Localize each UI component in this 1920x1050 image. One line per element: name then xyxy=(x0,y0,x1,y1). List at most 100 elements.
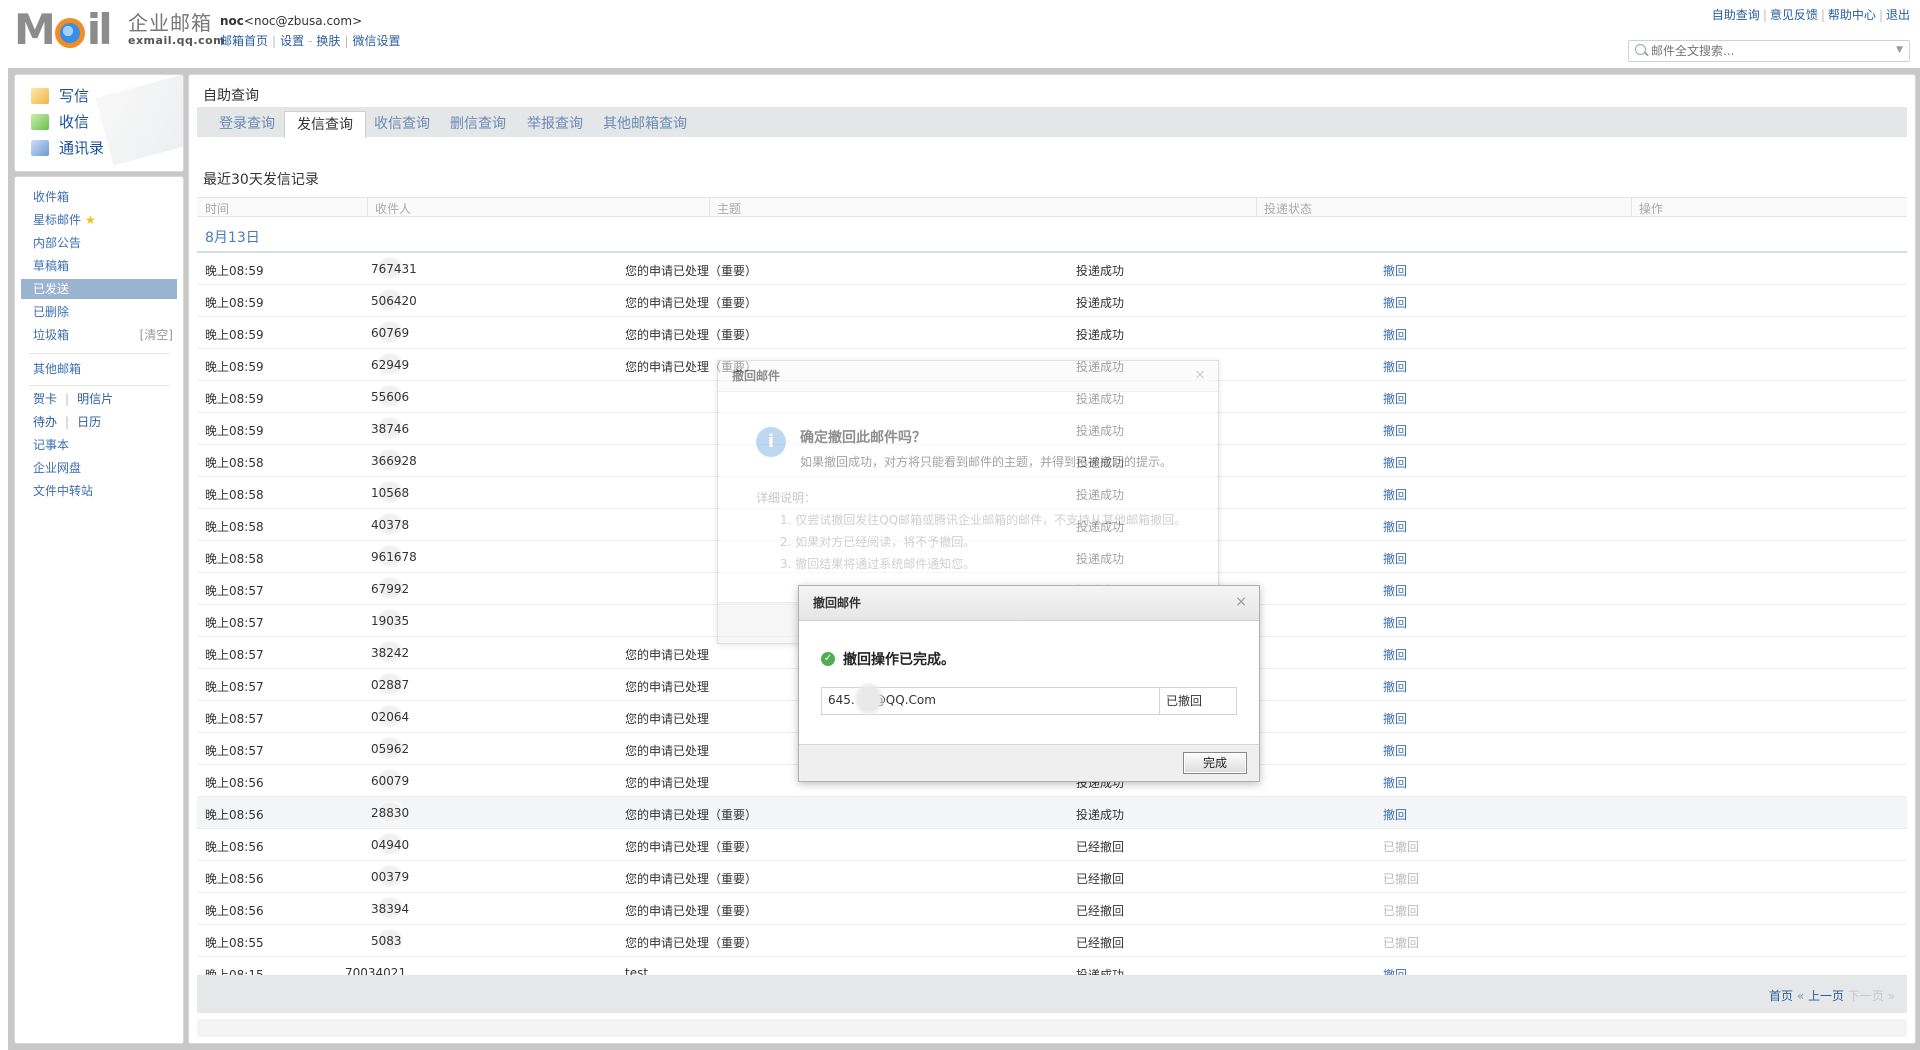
table-row[interactable]: 晚上08:59 767431 您的申请已处理（重要） 投递成功 撤回 xyxy=(197,253,1907,285)
table-row[interactable]: 晚上08:56 38394 您的申请已处理（重要） 已经撤回 已撤回 xyxy=(197,893,1907,925)
recall-link[interactable]: 撤回 xyxy=(1383,550,1407,567)
recall-link[interactable]: 撤回 xyxy=(1383,326,1407,343)
fulltext-search[interactable]: ▼ xyxy=(1628,40,1910,62)
cell-subject[interactable]: 您的申请已处理（重要） xyxy=(625,870,757,887)
recall-link[interactable]: 撤回 xyxy=(1383,774,1407,791)
cell-recipient: 62949 xyxy=(371,358,410,372)
recall-link[interactable]: 撤回 xyxy=(1383,742,1407,759)
recall-link[interactable]: 撤回 xyxy=(1383,678,1407,695)
tab-login-query[interactable]: 登录查询 xyxy=(207,111,287,137)
recall-link[interactable]: 撤回 xyxy=(1383,422,1407,439)
cell-time: 晚上08:56 xyxy=(205,872,264,886)
folder-drafts[interactable]: 草稿箱 xyxy=(21,256,177,276)
recall-link[interactable]: 撤回 xyxy=(1383,262,1407,279)
junk-clear-link[interactable]: [清空] xyxy=(140,325,173,345)
pager-next: 下一页 » xyxy=(1847,989,1895,1003)
contacts-button[interactable]: 通讯录 xyxy=(31,137,104,158)
recall-link[interactable]: 撤回 xyxy=(1383,294,1407,311)
recall-link[interactable]: 撤回 xyxy=(1383,358,1407,375)
pager-first[interactable]: 首页 xyxy=(1769,989,1793,1003)
table-row[interactable]: 晚上08:56 00379 您的申请已处理（重要） 已经撤回 已撤回 xyxy=(197,861,1907,893)
cell-subject[interactable]: 您的申请已处理（重要） xyxy=(625,326,757,343)
chevron-down-icon[interactable]: ▼ xyxy=(1896,45,1903,55)
cell-subject[interactable]: 您的申请已处理（重要） xyxy=(625,902,757,919)
table-row[interactable]: 晚上08:56 04940 您的申请已处理（重要） 已经撤回 已撤回 xyxy=(197,829,1907,861)
receive-button[interactable]: 收信 xyxy=(31,111,89,132)
column-action: 操作 xyxy=(1639,202,1664,216)
table-row[interactable]: 晚上08:59 60769 您的申请已处理（重要） 投递成功 撤回 xyxy=(197,317,1907,349)
link-postcard[interactable]: 明信片 xyxy=(77,392,113,406)
cell-subject[interactable]: 您的申请已处理（重要） xyxy=(625,806,757,823)
cell-subject[interactable]: 您的申请已处理（重要） xyxy=(625,934,757,951)
tab-report-query[interactable]: 举报查询 xyxy=(515,111,595,137)
folder-inbox[interactable]: 收件箱 xyxy=(21,187,177,207)
tools-row-todo: 待办 | 日历 xyxy=(33,415,102,429)
cell-subject[interactable]: 您的申请已处理 xyxy=(625,774,709,791)
link-skin[interactable]: 换肤 xyxy=(316,34,340,48)
cell-time: 晚上08:58 xyxy=(205,520,264,534)
link-feedback[interactable]: 意见反馈 xyxy=(1770,8,1818,22)
tab-other-mailbox-query[interactable]: 其他邮箱查询 xyxy=(591,111,699,137)
cell-recipient: 28830 xyxy=(371,806,410,820)
recall-link[interactable]: 撤回 xyxy=(1383,806,1407,823)
search-icon xyxy=(1635,44,1646,55)
link-file-transfer[interactable]: 文件中转站 xyxy=(21,481,177,501)
search-input[interactable] xyxy=(1649,43,1883,59)
cell-subject[interactable]: 您的申请已处理（重要） xyxy=(625,838,757,855)
cell-recipient: 38242 xyxy=(371,646,410,660)
tab-received-query[interactable]: 收信查询 xyxy=(362,111,442,137)
recall-link[interactable]: 撤回 xyxy=(1383,454,1407,471)
link-logout[interactable]: 退出 xyxy=(1886,8,1910,22)
link-notes[interactable]: 记事本 xyxy=(21,435,177,455)
pager-prev[interactable]: 上一页 xyxy=(1808,989,1844,1003)
cell-subject[interactable]: 您的申请已处理（重要） xyxy=(625,294,757,311)
table-row[interactable]: 晚上08:59 506420 您的申请已处理（重要） 投递成功 撤回 xyxy=(197,285,1907,317)
recall-link[interactable]: 撤回 xyxy=(1383,582,1407,599)
recall-link[interactable]: 撤回 xyxy=(1383,710,1407,727)
cell-recipient: 02064 xyxy=(371,710,410,724)
link-help[interactable]: 帮助中心 xyxy=(1828,8,1876,22)
link-settings[interactable]: 设置 xyxy=(280,34,304,48)
folder-junk[interactable]: 垃圾箱 [清空] xyxy=(21,325,177,345)
folder-other-mailboxes[interactable]: 其他邮箱 xyxy=(21,359,177,379)
divider xyxy=(29,385,169,386)
cell-subject[interactable]: 您的申请已处理 xyxy=(625,646,709,663)
cell-time: 晚上08:57 xyxy=(205,648,264,662)
close-icon[interactable]: × xyxy=(1235,594,1247,610)
link-greeting-card[interactable]: 贺卡 xyxy=(33,392,57,406)
link-enterprise-disk[interactable]: 企业网盘 xyxy=(21,458,177,478)
cell-subject[interactable]: 您的申请已处理 xyxy=(625,742,709,759)
mail-logo[interactable]: Mil xyxy=(14,9,113,51)
link-mailbox-home[interactable]: 邮箱首页 xyxy=(220,34,268,48)
tab-sent-query[interactable]: 发信查询 xyxy=(284,111,366,138)
folder-starred[interactable]: 星标邮件 ★ xyxy=(21,210,177,230)
recall-link[interactable]: 撤回 xyxy=(1383,390,1407,407)
cell-recipient: 00379 xyxy=(371,870,410,884)
table-row[interactable]: 晚上08:55 5083 您的申请已处理（重要） 已经撤回 已撤回 xyxy=(197,925,1907,957)
recall-link[interactable]: 撤回 xyxy=(1383,518,1407,535)
folder-sent[interactable]: 已发送 xyxy=(21,279,177,299)
recall-link[interactable]: 撤回 xyxy=(1383,486,1407,503)
link-todo[interactable]: 待办 xyxy=(33,415,57,429)
link-self-service[interactable]: 自助查询 xyxy=(1712,8,1760,22)
cell-recipient: 60769 xyxy=(371,326,410,340)
table-row[interactable]: 晚上08:56 28830 您的申请已处理（重要） 投递成功 撤回 xyxy=(197,797,1907,829)
tab-deleted-query[interactable]: 删信查询 xyxy=(438,111,518,137)
compose-button[interactable]: 写信 xyxy=(31,85,89,106)
cell-subject[interactable]: 您的申请已处理 xyxy=(625,710,709,727)
link-wechat-settings[interactable]: 微信设置 xyxy=(352,34,400,48)
folder-deleted[interactable]: 已删除 xyxy=(21,302,177,322)
cell-time: 晚上08:59 xyxy=(205,328,264,342)
detail-item: 3. 撤回结果将通过系统邮件通知您。 xyxy=(780,557,976,571)
recall-link[interactable]: 撤回 xyxy=(1383,646,1407,663)
pencil-icon xyxy=(31,87,49,104)
cell-subject[interactable]: 您的申请已处理（重要） xyxy=(625,262,757,279)
folder-announcements[interactable]: 内部公告 xyxy=(21,233,177,253)
recall-link[interactable]: 撤回 xyxy=(1383,614,1407,631)
cell-recipient: 366928 xyxy=(371,454,417,468)
cell-subject[interactable]: 您的申请已处理 xyxy=(625,678,709,695)
cell-time: 晚上08:55 xyxy=(205,936,264,950)
done-button[interactable]: 完成 xyxy=(1183,752,1247,774)
link-calendar[interactable]: 日历 xyxy=(77,415,101,429)
close-icon[interactable]: × xyxy=(1194,367,1206,383)
